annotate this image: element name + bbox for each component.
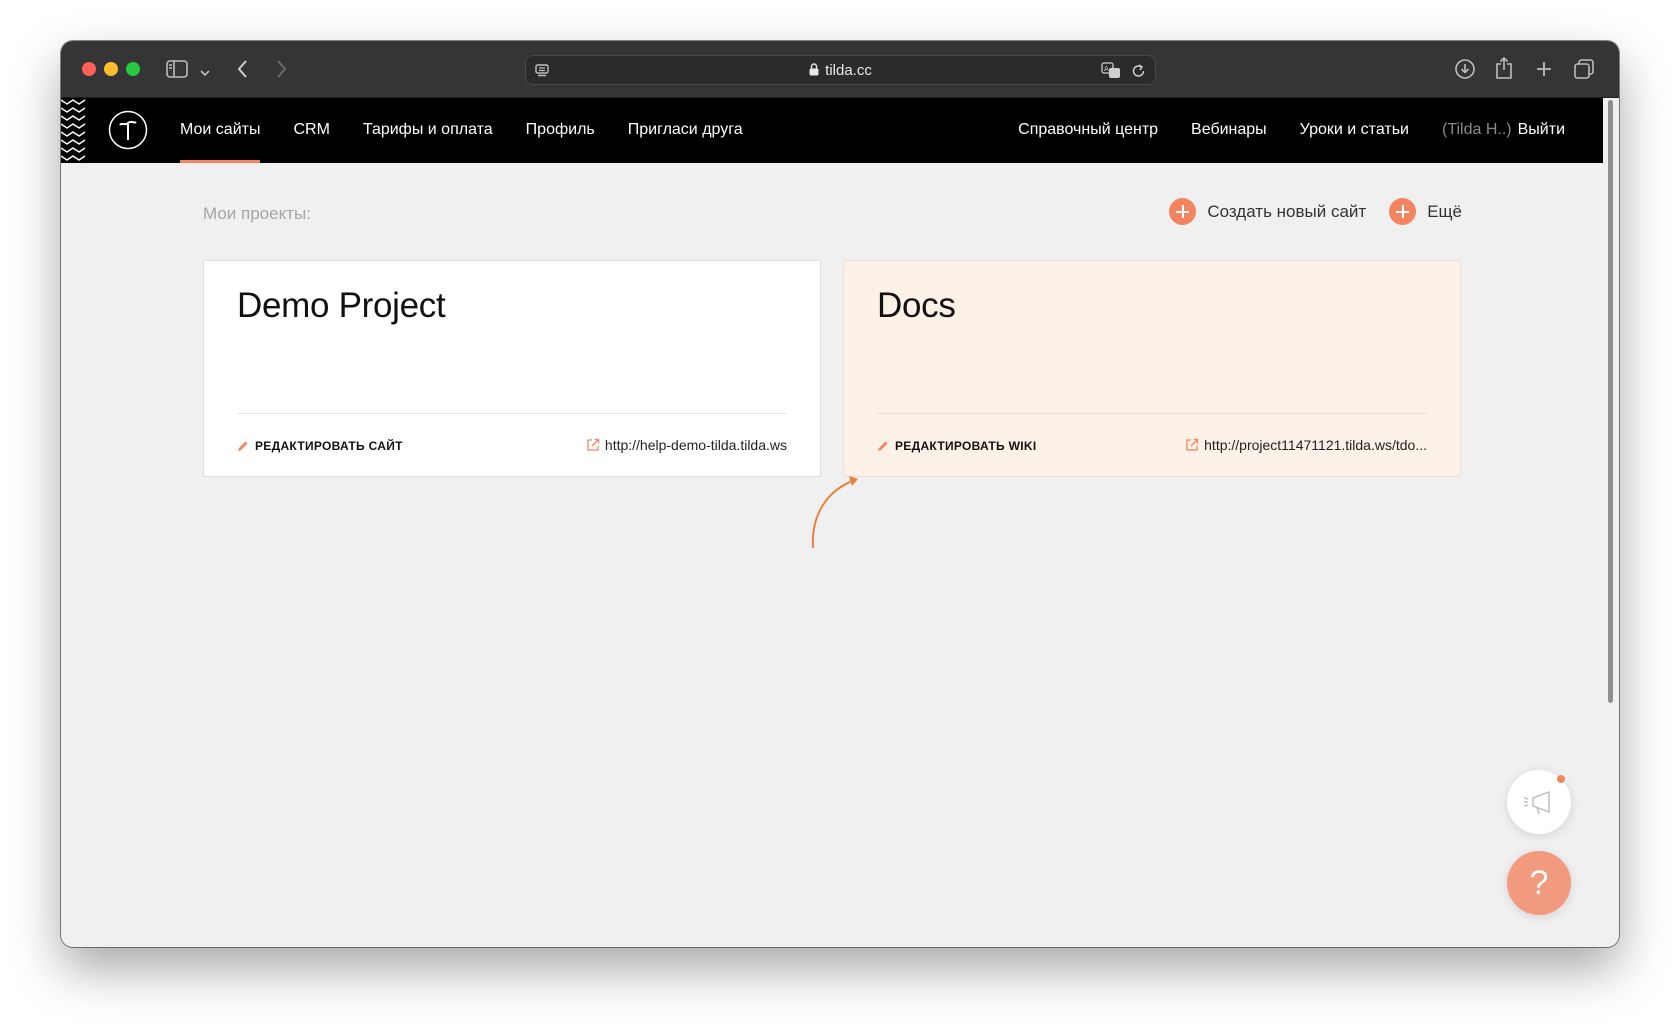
project-title[interactable]: Docs xyxy=(877,286,956,326)
edit-wiki-link[interactable]: РЕДАКТИРОВАТЬ WIKI xyxy=(877,439,1036,453)
create-site-label: Создать новый сайт xyxy=(1207,201,1367,221)
megaphone-icon xyxy=(1523,789,1555,822)
lock-icon xyxy=(809,63,819,80)
nav-plans-billing[interactable]: Тарифы и оплата xyxy=(363,98,493,163)
nav-lessons-articles[interactable]: Уроки и статьи xyxy=(1300,98,1409,163)
plus-icon xyxy=(1389,198,1417,225)
external-link-icon xyxy=(1186,438,1199,451)
external-link-icon xyxy=(587,438,600,451)
tilda-logo[interactable] xyxy=(108,110,148,155)
address-bar[interactable]: tilda.cc A xyxy=(525,55,1156,85)
site-url-link[interactable]: http://help-demo-tilda.tilda.ws xyxy=(586,437,787,453)
edit-wiki-label: РЕДАКТИРОВАТЬ WIKI xyxy=(895,439,1037,453)
site-url: http://help-demo-tilda.tilda.ws xyxy=(604,437,787,453)
tabs-overview-icon[interactable] xyxy=(1574,59,1594,84)
edit-site-link[interactable]: РЕДАКТИРОВАТЬ САЙТ xyxy=(237,439,403,453)
nav-help-center[interactable]: Справочный центр xyxy=(1018,98,1158,163)
site-url-link[interactable]: http://project11471121.tilda.ws/tdo... xyxy=(1185,437,1427,453)
translate-icon[interactable]: A xyxy=(1101,62,1121,84)
nav-invite-friend[interactable]: Пригласи друга xyxy=(628,98,743,163)
notification-dot xyxy=(1557,775,1565,783)
pointer-arrow xyxy=(811,476,858,549)
project-card-demo[interactable]: Demo Project РЕДАКТИРОВАТЬ САЙТ http://h… xyxy=(203,260,821,477)
url-value: tilda.cc xyxy=(825,62,872,79)
card-divider xyxy=(877,413,1427,414)
browser-toolbar: tilda.cc A xyxy=(61,41,1619,98)
edit-site-label: РЕДАКТИРОВАТЬ САЙТ xyxy=(255,439,403,453)
nav-webinars[interactable]: Вебинары xyxy=(1191,98,1267,163)
download-icon[interactable] xyxy=(1454,58,1476,85)
announcements-button[interactable] xyxy=(1507,770,1571,834)
create-site-button[interactable]: Создать новый сайт xyxy=(1169,198,1366,225)
more-label: Ещё xyxy=(1427,201,1462,221)
projects-heading: Мои проекты: xyxy=(203,204,311,223)
svg-text:A: A xyxy=(1104,65,1109,73)
site-navbar: Мои сайты CRM Тарифы и оплата Профиль Пр… xyxy=(61,98,1603,163)
project-card-docs[interactable]: Docs РЕДАКТИРОВАТЬ WIKI http://project11… xyxy=(843,260,1461,477)
nav-crm[interactable]: CRM xyxy=(293,98,329,163)
logout-link[interactable]: Выйти xyxy=(1518,121,1565,138)
sidebar-icon[interactable] xyxy=(166,60,188,83)
back-icon[interactable] xyxy=(237,59,249,84)
secondary-nav: Справочный центр Вебинары Уроки и статьи… xyxy=(985,98,1565,163)
zigzag-decoration xyxy=(61,99,86,161)
url-text: tilda.cc xyxy=(526,62,1155,80)
new-tab-icon[interactable] xyxy=(1535,60,1553,83)
card-divider xyxy=(237,413,787,414)
user-name: (Tilda H..) xyxy=(1441,121,1512,138)
primary-nav: Мои сайты CRM Тарифы и оплата Профиль Пр… xyxy=(180,98,776,163)
page-scrollbar[interactable] xyxy=(1608,100,1613,703)
pencil-icon xyxy=(878,441,888,451)
share-icon[interactable] xyxy=(1495,56,1513,85)
more-button[interactable]: Ещё xyxy=(1389,198,1462,225)
project-title[interactable]: Demo Project xyxy=(237,286,446,326)
close-window-button[interactable] xyxy=(82,62,96,76)
browser-window: tilda.cc A Мои сайты CRM Тарифы и оплата… xyxy=(61,41,1619,947)
zoom-window-button[interactable] xyxy=(126,62,140,76)
site-url: http://project11471121.tilda.ws/tdo... xyxy=(1204,437,1427,453)
nav-profile[interactable]: Профиль xyxy=(526,98,595,163)
forward-icon[interactable] xyxy=(275,59,287,84)
help-button[interactable]: ? xyxy=(1507,851,1571,915)
pencil-icon xyxy=(238,441,248,451)
plus-icon xyxy=(1169,198,1197,225)
reload-icon[interactable] xyxy=(1131,63,1146,84)
nav-account: (Tilda H..) Выйти xyxy=(1442,98,1565,163)
project-actions: Создать новый сайт Ещё xyxy=(1146,198,1462,225)
chevron-down-icon[interactable] xyxy=(200,64,210,82)
nav-my-sites[interactable]: Мои сайты xyxy=(180,98,261,163)
minimize-window-button[interactable] xyxy=(104,62,118,76)
